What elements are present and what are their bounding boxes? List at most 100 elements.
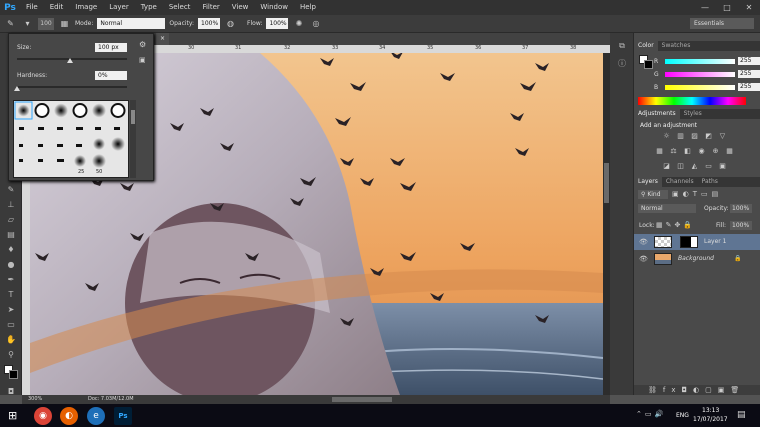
color-balance-icon[interactable]: ⚖ (669, 147, 678, 155)
selective-color-icon[interactable]: ▣ (718, 162, 727, 170)
menu-select[interactable]: Select (163, 0, 197, 15)
size-slider-knob[interactable] (66, 58, 73, 63)
brush-tool-icon[interactable]: ✎ (4, 183, 18, 196)
layer-row-layer-1[interactable]: 👁 Layer 1 (634, 234, 760, 250)
hue-icon[interactable]: ▦ (655, 147, 664, 155)
presets-scrollbar[interactable] (130, 100, 136, 178)
invert-icon[interactable]: ◪ (662, 162, 671, 170)
blur-tool-icon[interactable]: ♦ (4, 243, 18, 256)
menu-layer[interactable]: Layer (103, 0, 135, 15)
tab-paths[interactable]: Paths (698, 177, 722, 187)
path-select-tool-icon[interactable]: ➤ (4, 303, 18, 316)
brush-panel-icon[interactable]: ▦ (58, 18, 71, 30)
layer-mask-thumbnail[interactable] (680, 236, 698, 248)
maximize-button[interactable]: □ (716, 0, 738, 15)
gear-icon[interactable]: ⚙ (139, 40, 146, 49)
tab-swatches[interactable]: Swatches (658, 41, 695, 51)
zoom-tool-icon[interactable]: ⚲ (4, 348, 18, 361)
menu-help[interactable]: Help (294, 0, 322, 15)
brush-size-preview[interactable]: 100 (38, 17, 54, 30)
doc-size[interactable]: Doc: 7.03M/12.0M (88, 395, 134, 404)
pressure-size-icon[interactable]: ◎ (309, 18, 322, 30)
quick-mask-icon[interactable]: ◘ (4, 385, 18, 398)
blue-input[interactable]: 255 (738, 83, 760, 91)
color-spectrum[interactable] (638, 97, 746, 105)
menu-window[interactable]: Window (254, 0, 294, 15)
layer-filter-icons[interactable]: ▣◐T▭▤ (672, 190, 722, 198)
language-indicator[interactable]: ENG (676, 412, 689, 419)
layer-name[interactable]: Background (678, 251, 714, 267)
new-preset-icon[interactable]: ▣ (139, 56, 146, 64)
curves-icon[interactable]: ▨ (690, 132, 699, 140)
hardness-slider[interactable] (17, 86, 127, 88)
windows-start-icon[interactable]: ⊞ (8, 409, 17, 422)
pen-tool-icon[interactable]: ✒ (4, 273, 18, 286)
black-white-icon[interactable]: ◧ (683, 147, 692, 155)
blue-slider[interactable] (665, 84, 735, 90)
background-swatch[interactable] (644, 60, 653, 69)
tray-icons[interactable]: ⌃▭🔊 (636, 410, 666, 418)
notifications-icon[interactable]: ▤ (737, 410, 746, 420)
brush-tool-icon[interactable]: ✎ (4, 18, 17, 30)
exposure-icon[interactable]: ◩ (704, 132, 713, 140)
tab-color[interactable]: Color (634, 41, 658, 51)
red-input[interactable]: 255 (738, 57, 760, 65)
red-slider[interactable] (665, 58, 735, 64)
eye-icon[interactable]: 👁 (639, 251, 648, 267)
shape-tool-icon[interactable]: ▭ (4, 318, 18, 331)
horizontal-scroll-thumb[interactable] (332, 397, 392, 402)
menu-edit[interactable]: Edit (44, 0, 70, 15)
menu-file[interactable]: File (20, 0, 44, 15)
tab-channels[interactable]: Channels (662, 177, 698, 187)
stamp-tool-icon[interactable]: ⊥ (4, 198, 18, 211)
workspace-select[interactable]: Essentials (690, 18, 754, 29)
flow-input[interactable]: 100% (266, 18, 289, 29)
layer-name[interactable]: Layer 1 (704, 234, 726, 250)
tab-styles[interactable]: Styles (680, 109, 706, 119)
vibrance-icon[interactable]: ▽ (718, 132, 727, 140)
lock-icons[interactable]: ▦✎✥🔒 (656, 221, 695, 229)
zoom-level[interactable]: 300% (28, 395, 42, 404)
hand-tool-icon[interactable]: ✋ (4, 333, 18, 346)
eye-icon[interactable]: 👁 (639, 234, 648, 250)
gradient-tool-icon[interactable]: ▤ (4, 228, 18, 241)
hardness-input[interactable]: 0% (95, 71, 127, 80)
gradient-map-icon[interactable]: ▭ (704, 162, 713, 170)
size-input[interactable]: 100 px (95, 43, 127, 52)
photo-filter-icon[interactable]: ◉ (697, 147, 706, 155)
menu-filter[interactable]: Filter (196, 0, 225, 15)
close-button[interactable]: ✕ (738, 0, 760, 15)
mode-select[interactable]: Normal (97, 18, 166, 29)
pressure-opacity-icon[interactable]: ◍ (224, 18, 237, 30)
blend-mode-select[interactable]: Normal (638, 204, 696, 213)
green-slider[interactable] (665, 71, 735, 77)
firefox-icon[interactable]: ◐ (60, 407, 78, 425)
type-tool-icon[interactable]: T (4, 288, 18, 301)
clock-time[interactable]: 13:13 (702, 407, 719, 414)
layer-filter-select[interactable]: ⚲ Kind (638, 190, 668, 199)
color-lookup-icon[interactable]: ▦ (725, 147, 734, 155)
hardness-slider-knob[interactable] (14, 86, 20, 91)
chevron-down-icon[interactable]: ▾ (21, 18, 34, 30)
green-input[interactable]: 255 (738, 70, 760, 78)
posterize-icon[interactable]: ◫ (676, 162, 685, 170)
clock-date[interactable]: 17/07/2017 (693, 416, 728, 423)
ie-icon[interactable]: e (87, 407, 105, 425)
levels-icon[interactable]: ▥ (676, 132, 685, 140)
threshold-icon[interactable]: ◭ (690, 162, 699, 170)
minimize-button[interactable]: — (694, 0, 716, 15)
layers-footer-icons[interactable]: ⛓fx◘◐▢▣🗑 (634, 385, 760, 395)
photoshop-taskbar-icon[interactable]: Ps (114, 407, 132, 425)
eraser-tool-icon[interactable]: ▱ (4, 213, 18, 226)
menu-view[interactable]: View (226, 0, 255, 15)
layer-row-background[interactable]: 👁 Background 🔒 (634, 251, 760, 267)
opacity-input[interactable]: 100% (198, 18, 221, 29)
layer-opacity-input[interactable]: 100% (730, 204, 752, 213)
history-icon[interactable]: ⧉ (615, 39, 629, 52)
dodge-tool-icon[interactable]: ● (4, 258, 18, 271)
document-tab-close[interactable]: × (156, 33, 170, 45)
properties-icon[interactable]: ⓘ (615, 57, 629, 70)
airbrush-icon[interactable]: ✺ (292, 18, 305, 30)
channel-mixer-icon[interactable]: ⊕ (711, 147, 720, 155)
brightness-icon[interactable]: ☼ (662, 132, 671, 140)
